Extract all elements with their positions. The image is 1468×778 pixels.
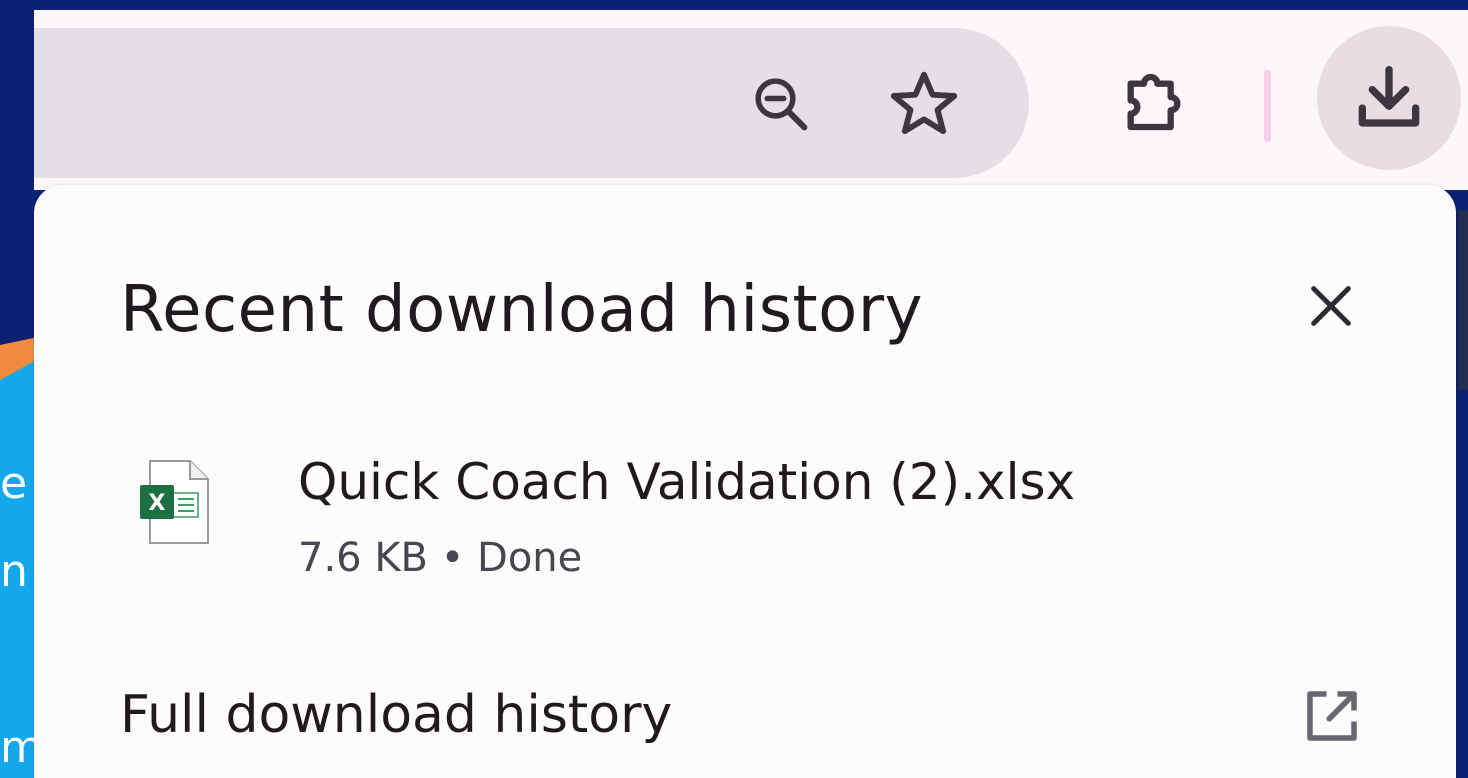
download-item[interactable]: X Quick Coach Validation (2).xlsx 7.6 KB… xyxy=(120,445,1360,595)
browser-toolbar xyxy=(34,10,1468,190)
extensions-button[interactable] xyxy=(1109,62,1199,152)
excel-file-icon: X xyxy=(136,457,216,547)
close-button[interactable] xyxy=(1296,271,1366,341)
close-icon xyxy=(1311,286,1351,326)
download-status: 7.6 KB • Done xyxy=(298,535,583,581)
address-bar[interactable] xyxy=(34,28,1029,178)
bookmark-button[interactable] xyxy=(882,62,966,146)
star-icon xyxy=(890,71,958,135)
download-file-name[interactable]: Quick Coach Validation (2).xlsx xyxy=(298,453,1075,511)
toolbar-separator xyxy=(1264,70,1271,142)
page-edge xyxy=(1458,210,1468,390)
zoom-button[interactable] xyxy=(739,62,823,146)
download-bubble-panel: Recent download history X Quick Coach Va… xyxy=(34,185,1456,778)
svg-text:X: X xyxy=(149,491,166,516)
open-full-history-button[interactable] xyxy=(1296,680,1368,752)
downloads-button[interactable] xyxy=(1317,26,1461,170)
open-in-new-icon xyxy=(1307,691,1357,741)
puzzle-piece-icon xyxy=(1127,73,1181,131)
panel-title: Recent download history xyxy=(120,273,923,347)
screen: e n m Recent download history X Quick Co… xyxy=(0,0,1468,778)
download-icon xyxy=(1358,66,1420,127)
zoom-out-icon xyxy=(755,78,808,131)
full-download-history-link[interactable]: Full download history xyxy=(120,685,672,745)
